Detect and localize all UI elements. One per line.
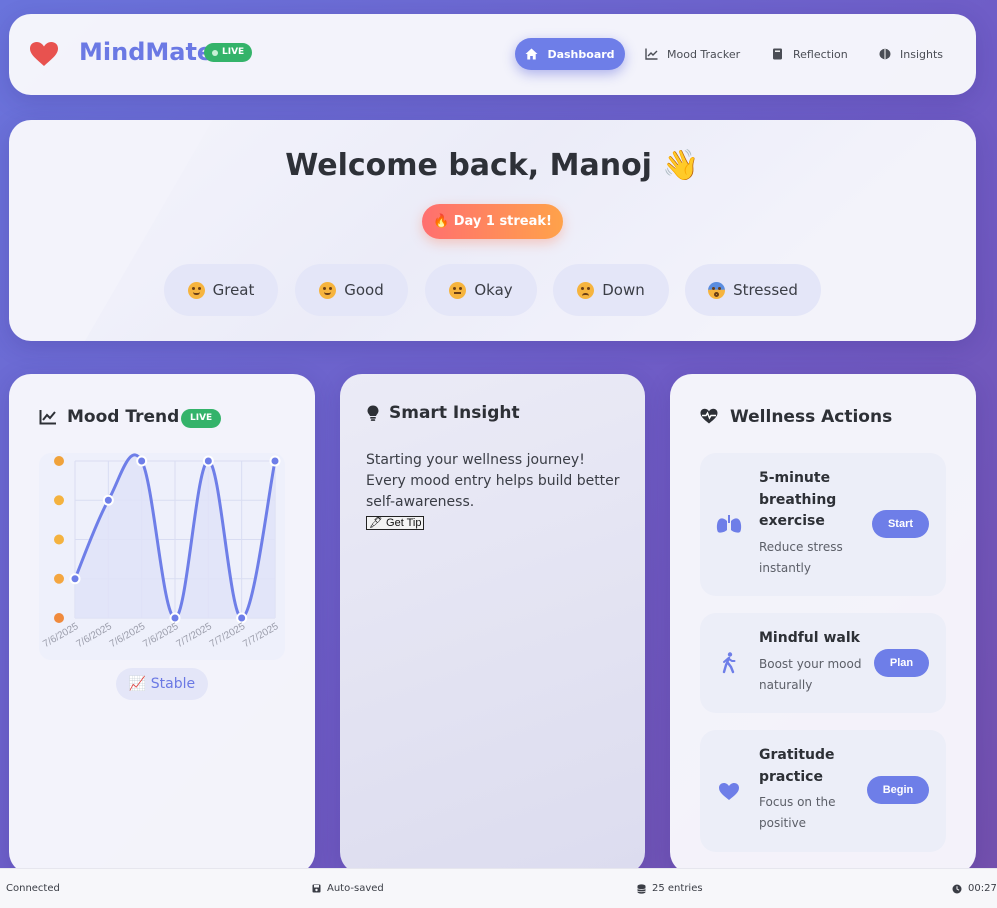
connection-status: Connected bbox=[6, 883, 60, 894]
action-title: Gratitude practice bbox=[759, 747, 835, 785]
app-title: MindMate bbox=[79, 38, 214, 66]
heart-icon bbox=[716, 778, 742, 804]
mood-button-label: Down bbox=[602, 281, 645, 299]
begin-gratitude-button[interactable]: Begin bbox=[867, 776, 929, 804]
mood-button-good[interactable]: Good bbox=[295, 264, 408, 316]
home-icon bbox=[525, 48, 538, 61]
chart-data-point bbox=[269, 455, 281, 467]
action-title: Mindful walk bbox=[759, 630, 860, 646]
fearful-face-icon bbox=[708, 281, 726, 299]
neutral-face-icon bbox=[449, 281, 467, 299]
wellness-actions-title: Wellness Actions bbox=[730, 407, 893, 427]
wellness-actions-card: Wellness Actions 5-minute breathing exer… bbox=[670, 374, 976, 874]
brain-icon bbox=[878, 48, 891, 61]
pensive-face-icon bbox=[577, 281, 595, 299]
status-bar: Connected Auto-saved 25 entries 00:27 bbox=[0, 868, 997, 908]
nav-reflection-label: Reflection bbox=[793, 47, 848, 61]
mood-button-label: Stressed bbox=[733, 281, 798, 299]
nav-insights-label: Insights bbox=[900, 47, 944, 61]
action-card-breathing: 5-minute breathing exercise Reduce stres… bbox=[700, 453, 946, 596]
slight-smile-face-icon bbox=[54, 495, 64, 506]
action-card-gratitude: Gratitude practice Focus on the positive… bbox=[700, 730, 946, 852]
smart-insight-card: Smart Insight Starting your wellness jou… bbox=[340, 374, 645, 874]
mood-button-label: Good bbox=[344, 281, 384, 299]
nav-mood-tracker-label: Mood Tracker bbox=[667, 47, 741, 61]
live-badge-label: LIVE bbox=[190, 413, 213, 423]
lightbulb-icon bbox=[367, 405, 379, 421]
action-subtitle: Boost your mood naturally bbox=[759, 657, 862, 692]
trend-status-pill: 📈 Stable bbox=[116, 668, 208, 700]
database-icon bbox=[637, 883, 646, 894]
smiling-face-icon bbox=[187, 281, 205, 299]
clock: 00:27 bbox=[952, 883, 997, 894]
streak-badge: 🔥 Day 1 streak! bbox=[422, 204, 563, 239]
chart-x-tick-label: 7/6/2025 bbox=[141, 621, 181, 650]
heart-logo-icon bbox=[30, 42, 58, 66]
chart-x-tick-label: 7/6/2025 bbox=[75, 621, 115, 650]
entries-count: 25 entries bbox=[637, 883, 703, 894]
nav-reflection[interactable]: Reflection bbox=[757, 38, 862, 70]
nav-insights[interactable]: Insights bbox=[864, 38, 957, 70]
chart-line-icon bbox=[39, 410, 56, 425]
connection-status-label: Connected bbox=[6, 883, 60, 894]
smiling-face-icon bbox=[54, 456, 64, 466]
nav-mood-tracker[interactable]: Mood Tracker bbox=[631, 38, 754, 70]
mood-button-label: Okay bbox=[474, 281, 513, 299]
get-tip-button[interactable]: 🖋 Get Tip bbox=[366, 516, 425, 530]
mood-button-stressed[interactable]: Stressed bbox=[685, 264, 821, 316]
neutral-face-icon bbox=[54, 534, 64, 545]
chart-data-point bbox=[136, 455, 148, 467]
chart-x-tick-label: 7/7/2025 bbox=[241, 621, 281, 650]
entries-count-label: 25 entries bbox=[652, 883, 703, 894]
mood-button-down[interactable]: Down bbox=[553, 264, 669, 316]
action-card-walk: Mindful walk Boost your mood naturally P… bbox=[700, 613, 946, 713]
nav-dashboard[interactable]: Dashboard bbox=[515, 38, 625, 70]
slight-smile-face-icon bbox=[319, 281, 337, 299]
chart-x-tick-label: 7/7/2025 bbox=[208, 621, 248, 650]
angry-face-icon bbox=[54, 613, 64, 623]
plan-walk-button[interactable]: Plan bbox=[874, 649, 929, 677]
mood-trend-chart: 7/6/2025 7/6/2025 7/6/2025 7/6/2025 7/7/2025… bbox=[39, 453, 285, 660]
chart-line-icon bbox=[645, 48, 658, 61]
mood-trend-title: Mood Trend bbox=[67, 407, 180, 427]
smart-insight-title: Smart Insight bbox=[389, 403, 520, 423]
walking-icon bbox=[716, 650, 742, 676]
mood-trend-chart-svg: 7/6/20257/6/20257/6/20257/6/20257/7/2025… bbox=[41, 453, 281, 650]
action-title: 5-minute breathing exercise bbox=[759, 470, 837, 529]
action-subtitle: Reduce stress instantly bbox=[759, 540, 843, 575]
chart-x-tick-label: 7/6/2025 bbox=[108, 621, 148, 650]
book-icon bbox=[771, 48, 784, 61]
welcome-heading: Welcome back, Manoj 👋 bbox=[285, 148, 700, 183]
chart-data-point bbox=[102, 494, 114, 506]
mood-trend-card: Mood Trend LIVE 7/6/2025 7/6/2025 7/6/2025… bbox=[9, 374, 315, 874]
autosave-label: Auto-saved bbox=[327, 883, 384, 894]
live-badge-label: LIVE bbox=[222, 47, 245, 57]
mood-button-great[interactable]: Great bbox=[164, 264, 278, 316]
nav-dashboard-label: Dashboard bbox=[547, 47, 615, 61]
clock-label: 00:27 bbox=[968, 883, 997, 894]
live-dot-icon bbox=[212, 49, 218, 56]
mood-button-label: Great bbox=[212, 281, 255, 299]
chart-data-point bbox=[202, 455, 214, 467]
insight-text: Starting your wellness journey! Every mo… bbox=[366, 452, 620, 510]
mood-button-okay[interactable]: Okay bbox=[425, 264, 537, 316]
lungs-icon bbox=[716, 511, 742, 537]
action-subtitle: Focus on the positive bbox=[759, 795, 836, 830]
welcome-panel: Welcome back, Manoj 👋 🔥 Day 1 streak! Gr… bbox=[9, 120, 976, 341]
navbar: MindMate LIVE Dashboard Mood Tracker Ref… bbox=[9, 14, 976, 95]
save-icon bbox=[312, 884, 321, 893]
pensive-face-icon bbox=[54, 573, 64, 584]
live-badge: LIVE bbox=[204, 43, 253, 62]
clock-icon bbox=[952, 884, 962, 893]
live-badge: LIVE bbox=[181, 409, 222, 428]
autosave-status: Auto-saved bbox=[312, 883, 384, 894]
start-breathing-button[interactable]: Start bbox=[872, 510, 929, 538]
heartbeat-icon bbox=[700, 408, 718, 424]
chart-x-tick-label: 7/7/2025 bbox=[175, 621, 215, 650]
chart-x-tick-label: 7/6/2025 bbox=[41, 621, 81, 650]
chart-data-point bbox=[69, 573, 81, 585]
